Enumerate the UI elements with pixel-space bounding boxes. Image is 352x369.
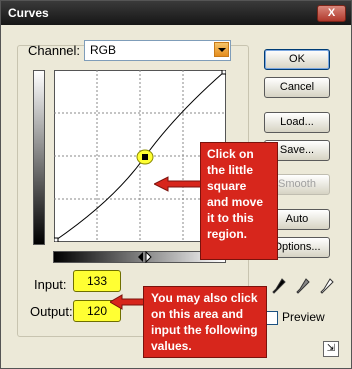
channel-select[interactable]: RGB [84,40,231,61]
input-field[interactable]: 133 [73,270,121,292]
output-label: Output: [30,304,73,319]
channel-label: Channel: [28,43,81,58]
callout-input-values: You may also click on this area and inpu… [143,286,267,358]
window-title: Curves [8,6,49,20]
curve-endpoint-low [54,237,59,242]
ok-button[interactable]: OK [264,49,330,70]
callout-move-point: Click on the little square and move it t… [200,142,278,260]
expand-icon[interactable]: ⇲ [323,341,339,357]
black-eyedropper-icon[interactable] [272,278,286,294]
callout-arrow-icon [154,176,203,192]
close-button[interactable]: X [317,5,346,22]
input-label: Input: [34,277,67,292]
load-button[interactable]: Load... [264,112,330,133]
curves-dialog: Curves X Channel: RGB Input: 133 Output:… [0,0,352,369]
output-gradient-bar [33,70,45,245]
white-eyedropper-icon[interactable] [320,278,334,294]
control-point [142,154,148,160]
input-slider-icon[interactable] [132,251,152,263]
preview-label: Preview [282,310,325,324]
close-icon[interactable]: X [328,7,335,19]
callout-arrow-icon [110,294,146,310]
gray-eyedropper-icon[interactable] [296,278,310,294]
chevron-down-icon[interactable] [214,42,229,57]
curve-endpoint-high [221,70,226,75]
title-bar: Curves X [1,1,351,25]
cancel-button[interactable]: Cancel [264,77,330,98]
channel-value[interactable]: RGB [90,43,116,57]
dialog-body: Channel: RGB Input: 133 Output: 120 OK C… [2,25,350,368]
